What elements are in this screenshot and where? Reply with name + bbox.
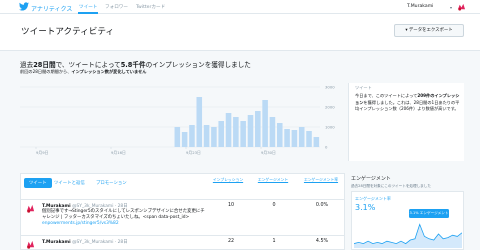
avatar[interactable] (26, 204, 35, 213)
engagement-rate-value: 0.0% (315, 203, 329, 208)
top-nav: アナリティクス ツイート フォロワー Twitterカード T.Murakami… (0, 0, 480, 14)
sub-pre: 前回の28日間の期間から、 (20, 69, 72, 74)
summary-post: のインプレッションを獲得しました (145, 61, 251, 69)
avatar[interactable] (26, 240, 35, 249)
avatar[interactable] (457, 3, 466, 11)
sparkline-area (354, 224, 462, 248)
chart-bar[interactable] (174, 127, 181, 147)
x-tick-label: 9月16日 (111, 150, 126, 155)
tab-twitter-cards[interactable]: Twitterカード (136, 4, 165, 10)
engagement-panel: エンゲージメント 過去28日間を対象にこのツイートを処理しました エンゲージメン… (348, 173, 464, 250)
table-row[interactable]: T.Murakami @SY_3k_Murakami · 28日 22 1 4.… (21, 235, 344, 250)
summary-pre: 過去 (20, 61, 34, 69)
engagements-value: 1 (272, 239, 276, 244)
engagement-rate-value: 3.1% (355, 203, 376, 212)
impressions-value: 10 (227, 203, 235, 208)
column-engagement-rate[interactable]: エンゲージメント率 (299, 177, 343, 183)
author-handle: @SY_3k_Murakami · 28日 (72, 240, 128, 245)
chart-bar[interactable] (181, 132, 188, 147)
page-title: ツイートアクティビティ (21, 27, 115, 37)
summary-days: 28日間 (33, 61, 56, 69)
tab-promotions[interactable]: プロモーション (96, 180, 127, 186)
impressions-value: 22 (227, 239, 235, 244)
summary-mid: で、ツイートによって (55, 61, 121, 69)
analytics-brand[interactable]: アナリティクス (31, 4, 72, 13)
engagement-rate-tooltip: 3.1% エンゲージメント率 (409, 209, 449, 224)
tweet-filter-tabs: ツイート ツイートと返信 プロモーション (21, 178, 344, 190)
chart-bar[interactable] (306, 131, 312, 147)
tweets-panel: ツイート ツイートと返信 プロモーション インプレッション エンゲージメント エ… (20, 173, 345, 250)
column-engagements[interactable]: エンゲージメント (253, 177, 293, 183)
y-tick-label: 3000 (325, 85, 335, 90)
export-data-button[interactable]: ▾ データをエクスポート (394, 24, 464, 37)
tooltip-text-post: を獲得しました。これは、28日間の1日あたりの平均インプレッション数（206件）… (355, 99, 460, 112)
page-header: ツイートアクティビティ ▾ データをエクスポート (0, 14, 480, 51)
engagement-description: 過去28日間を対象にこのツイートを処理しました (351, 184, 431, 188)
engagement-rate-card[interactable]: エンゲージメント率 3.1% 3.1% エンゲージメント率 (351, 191, 464, 250)
tooltip-text: 今日まで、このツイートによって209件のインプレッションを獲得しました。これは、… (355, 93, 461, 113)
chart-bar[interactable] (218, 121, 224, 147)
twitter-bird-icon[interactable] (19, 2, 29, 11)
chart-bar[interactable] (255, 111, 261, 147)
chart-bar[interactable] (211, 127, 217, 147)
tab-tweets-and-replies[interactable]: ツイートと返信 (54, 180, 85, 186)
engagement-rate-label: エンゲージメント率 (355, 196, 391, 201)
chart-tooltip-panel: ツイート 今日まで、このツイートによって209件のインプレッションを獲得しました… (348, 83, 464, 161)
chart-bar[interactable] (276, 123, 283, 147)
tooltip-text-pre: 今日まで、このツイートによって (355, 93, 418, 98)
tweet-text-content: 個別記事です→Stinger5のスタイルにしてレスポンシブデザインに合せた変更に… (42, 209, 205, 220)
x-tick-label: 9月23日 (186, 150, 201, 155)
chart-bar[interactable] (240, 121, 246, 147)
tab-followers[interactable]: フォロワー (105, 4, 128, 10)
y-tick-label: 0 (325, 145, 328, 150)
chart-bar[interactable] (262, 100, 268, 147)
chart-bar[interactable] (247, 115, 254, 147)
chart-bar[interactable] (189, 125, 195, 147)
y-tick-label: 2000 (325, 105, 335, 110)
impressions-chart[interactable]: 3000 2000 1000 0 9月9日 9月16日 9月23日 9月30日 (20, 83, 345, 161)
tab-tweets-filter[interactable]: ツイート (24, 178, 52, 188)
engagements-value: 0 (272, 203, 276, 208)
tooltip-label: ツイート (355, 85, 372, 90)
chart-bar[interactable] (225, 113, 232, 147)
chart-bar[interactable] (203, 125, 210, 147)
tweet-author: T.Murakami @SY_3k_Murakami · 28日 (42, 239, 128, 245)
chart-bar[interactable] (233, 117, 239, 147)
engagement-sparkline (354, 223, 462, 248)
chart-bar[interactable] (284, 129, 290, 147)
table-row[interactable]: T.Murakami @SY_3k_Murakami · 28日 個別記事です→… (21, 199, 344, 235)
chart-bar[interactable] (196, 97, 203, 147)
chart-bar[interactable] (313, 137, 320, 147)
chevron-down-icon[interactable]: ▾ (450, 5, 452, 10)
chart-bar[interactable] (298, 127, 305, 147)
x-tick-label: 9月30日 (261, 150, 276, 155)
sub-strong: インプレッション数が変化していません (71, 69, 147, 74)
chart-bar[interactable] (291, 130, 298, 147)
impression-summary: 過去28日間で、ツイートによって5.8千件のインプレッションを獲得しました (20, 59, 251, 69)
author-name[interactable]: T.Murakami (42, 240, 71, 245)
column-impressions[interactable]: インプレッション (211, 177, 245, 183)
x-tick-label: 9月9日 (36, 150, 49, 155)
summary-count: 5.8千件 (120, 61, 146, 69)
engagement-rate-value: 4.5% (315, 239, 329, 244)
tweet-text: 個別記事です→Stinger5のスタイルにしてレスポンシブデザインに合せた変更に… (42, 209, 207, 227)
tab-tweets[interactable]: ツイート (77, 4, 99, 14)
impression-change-note: 前回の28日間の期間から、インプレッション数が変化していません (20, 69, 146, 75)
chart-bar[interactable] (269, 117, 276, 147)
tweet-link[interactable]: enpowerments.jp/stinger5/vs3%82 (42, 221, 119, 226)
y-tick-label: 1000 (325, 125, 335, 130)
engagement-heading: エンゲージメント (351, 176, 391, 182)
user-menu-name[interactable]: T.Murakami (407, 4, 433, 9)
